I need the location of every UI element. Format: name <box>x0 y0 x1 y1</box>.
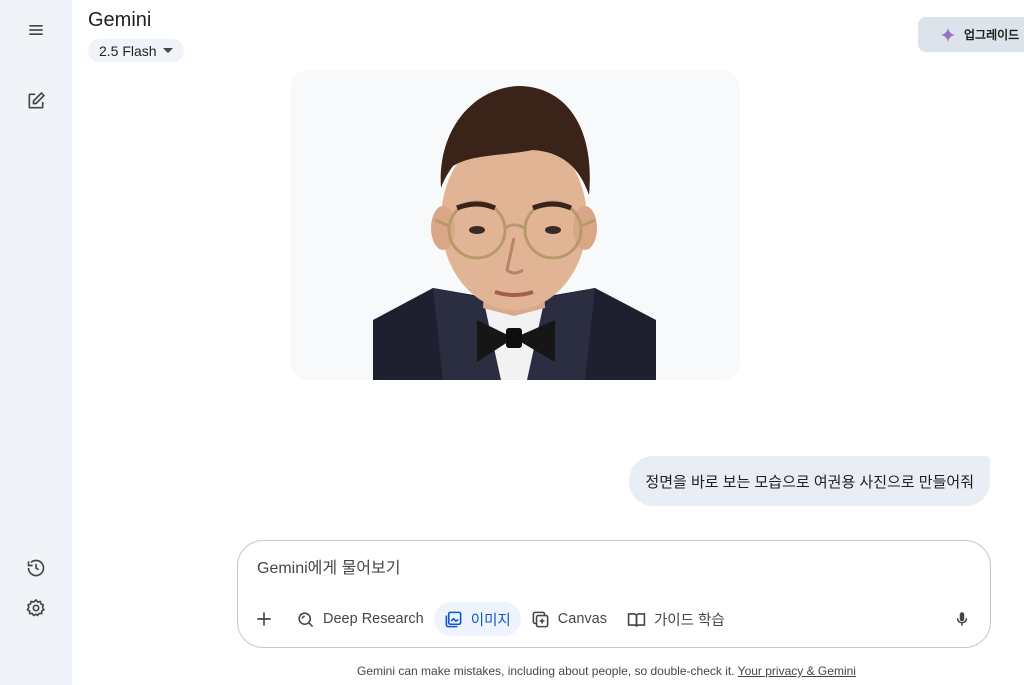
chevron-down-icon <box>162 48 173 53</box>
image-icon <box>445 611 462 627</box>
model-name: 2.5 Flash <box>99 42 157 59</box>
microphone-button[interactable] <box>946 603 978 635</box>
microphone-icon <box>956 612 968 626</box>
canvas-label: Canvas <box>557 611 607 627</box>
deep-research-icon <box>298 611 314 627</box>
new-chat-button[interactable] <box>20 85 52 117</box>
history-icon <box>27 559 45 577</box>
disclaimer: Gemini can make mistakes, including abou… <box>357 664 856 678</box>
gemini-sparkle-icon <box>940 27 956 42</box>
model-selector[interactable]: 2.5 Flash <box>88 39 184 62</box>
app-title: Gemini <box>88 9 152 31</box>
activity-button[interactable] <box>20 552 52 584</box>
settings-button[interactable] <box>20 592 52 624</box>
settings-icon <box>26 598 45 617</box>
canvas-button[interactable]: Canvas <box>521 602 617 636</box>
privacy-link[interactable]: Your privacy & Gemini <box>738 664 856 678</box>
composer-toolbar: Deep Research 이미지 Canvas 가이드 학습 <box>246 601 982 637</box>
image-tool-button[interactable]: 이미지 <box>433 602 521 636</box>
plus-icon <box>257 612 271 626</box>
generated-image-card[interactable] <box>290 70 740 380</box>
canvas-icon <box>532 611 549 627</box>
guided-learning-label: 가이드 학습 <box>653 612 725 629</box>
upgrade-button[interactable]: 업그레이드 <box>918 17 1024 52</box>
portrait-image <box>373 70 656 380</box>
book-icon <box>627 612 646 627</box>
new-chat-icon <box>28 91 46 109</box>
user-message-text: 정면을 바로 보는 모습으로 여권용 사진으로 만들어줘 <box>645 473 974 491</box>
menu-icon <box>29 25 43 35</box>
deep-research-button[interactable]: Deep Research <box>286 602 434 636</box>
image-tool-label: 이미지 <box>470 612 511 629</box>
prompt-composer: Deep Research 이미지 Canvas 가이드 학습 <box>237 540 991 648</box>
prompt-input[interactable] <box>257 557 957 581</box>
user-message-bubble: 정면을 바로 보는 모습으로 여권용 사진으로 만들어줘 <box>629 456 990 506</box>
upgrade-label: 업그레이드 <box>964 28 1020 42</box>
disclaimer-text: Gemini can make mistakes, including abou… <box>357 664 735 678</box>
guided-learning-button[interactable]: 가이드 학습 <box>617 602 735 636</box>
sidebar <box>0 0 72 685</box>
add-files-button[interactable] <box>246 602 282 636</box>
main-menu-button[interactable] <box>20 14 52 46</box>
deep-research-label: Deep Research <box>323 611 424 627</box>
